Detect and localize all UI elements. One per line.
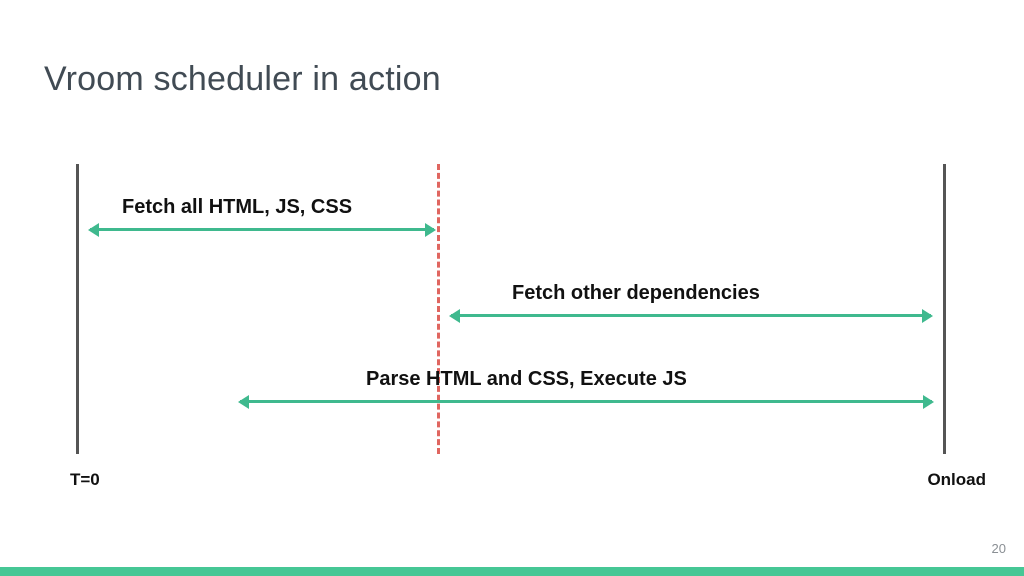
span-fetch-main-label: Fetch all HTML, JS, CSS <box>122 196 352 219</box>
timeline-diagram: Fetch all HTML, JS, CSS Fetch other depe… <box>76 164 946 454</box>
timeline-end-bar <box>943 164 946 454</box>
footer-accent-bar <box>0 567 1024 576</box>
slide-title: Vroom scheduler in action <box>44 60 441 99</box>
page-number: 20 <box>992 541 1006 556</box>
axis-label-start: T=0 <box>70 470 100 490</box>
span-parse-exec <box>240 400 932 403</box>
marker-vertical-dashed <box>437 164 440 454</box>
span-parse-exec-label: Parse HTML and CSS, Execute JS <box>366 368 687 391</box>
timeline-start-bar <box>76 164 79 454</box>
span-fetch-deps-label: Fetch other dependencies <box>512 282 760 305</box>
axis-label-end: Onload <box>927 470 986 490</box>
span-fetch-main <box>90 228 434 231</box>
span-fetch-deps <box>451 314 931 317</box>
